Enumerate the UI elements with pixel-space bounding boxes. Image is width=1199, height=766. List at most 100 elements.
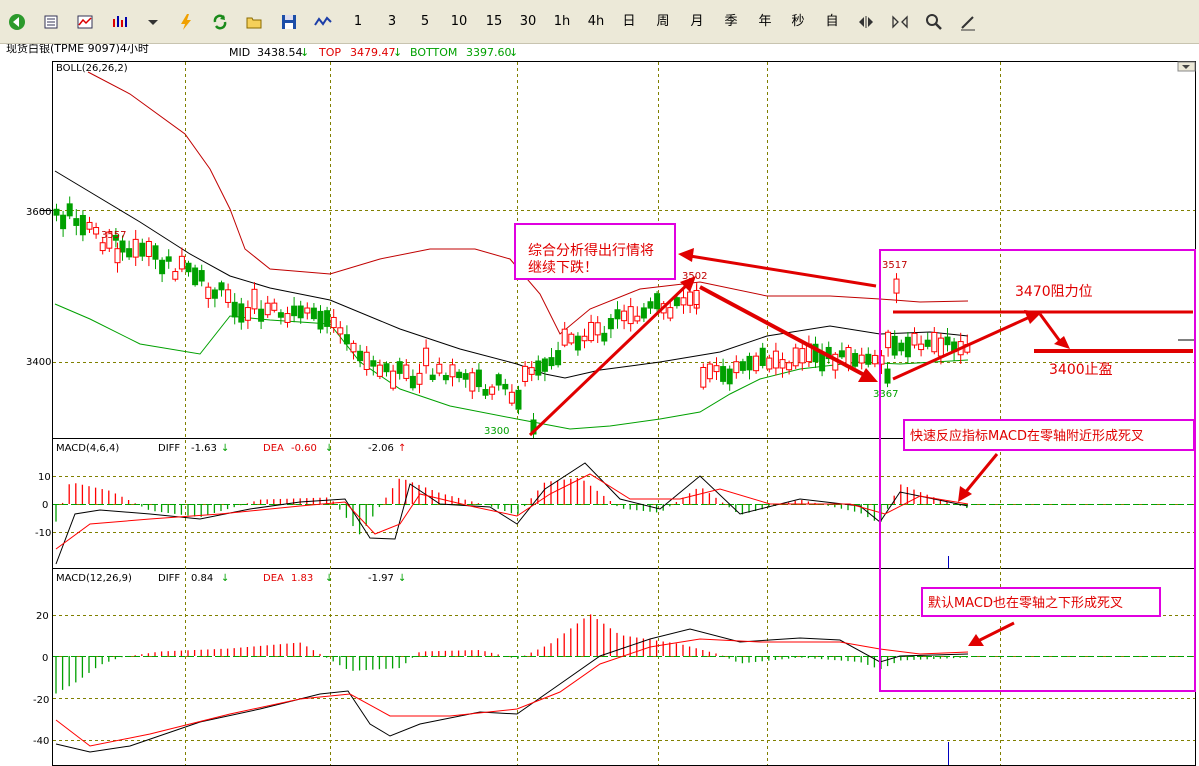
macd1-macd-arrow: ↑ <box>398 443 406 454</box>
candle-body <box>548 357 555 367</box>
period-button-3[interactable]: 10 <box>447 11 471 33</box>
candle-body <box>654 293 661 310</box>
resistance-label: 3470阻力位 <box>1015 284 1093 300</box>
price-label-3557: 3557 <box>101 230 126 241</box>
macd2-dea-arrow: ↓ <box>325 573 333 584</box>
candle-body <box>370 360 377 367</box>
candle-body <box>238 303 245 323</box>
candle-body <box>337 327 344 335</box>
candle-body <box>409 375 416 389</box>
indicator-icon[interactable] <box>108 11 130 33</box>
candle-body <box>482 389 489 396</box>
candle-body <box>779 359 786 369</box>
expand-icon[interactable] <box>889 11 911 33</box>
candle-body <box>159 259 166 275</box>
period-button-10[interactable]: 月 <box>685 11 709 33</box>
draw-pen-icon[interactable] <box>957 11 979 33</box>
zoom-icon[interactable] <box>923 11 945 33</box>
candle-body <box>396 361 403 374</box>
back-icon[interactable] <box>6 11 28 33</box>
macd1-diff-line <box>55 462 969 565</box>
candle-body <box>772 350 779 369</box>
candle-body <box>918 343 925 351</box>
candle-body <box>442 375 449 381</box>
candle-body <box>502 383 509 390</box>
candle-body <box>343 334 350 345</box>
candle-body <box>304 307 311 314</box>
candle-body <box>766 357 773 370</box>
boll-upper-line <box>87 71 969 335</box>
candle-body-extreme <box>114 248 121 264</box>
refresh-icon[interactable] <box>209 11 231 33</box>
candle-body <box>720 366 727 382</box>
kline-list-icon[interactable] <box>40 11 62 33</box>
candle-body <box>568 333 575 344</box>
period-button-14[interactable]: 自 <box>820 11 844 33</box>
candle-body <box>607 317 614 330</box>
macd2-tick-20: 20 <box>36 611 49 622</box>
period-button-7[interactable]: 4h <box>584 11 608 33</box>
candle-body <box>73 218 80 226</box>
macd2-macd-value: -1.97 <box>368 573 394 584</box>
period-button-8[interactable]: 日 <box>617 11 641 33</box>
candle-body <box>310 307 317 320</box>
period-button-12[interactable]: 年 <box>753 11 777 33</box>
candle-body <box>93 227 100 235</box>
macd1-dea-label: DEA <box>263 443 284 454</box>
candle-body <box>436 363 443 374</box>
macd1-label: MACD(4,6,4) <box>56 443 119 454</box>
macd2-tick-0: 0 <box>42 653 48 664</box>
lightning-icon[interactable] <box>175 11 197 33</box>
bottom-arrow: ↓ <box>509 46 518 59</box>
bottom-label: BOTTOM <box>410 46 457 59</box>
period-button-4[interactable]: 15 <box>482 11 506 33</box>
period-button-6[interactable]: 1h <box>550 11 574 33</box>
candle-body <box>225 289 232 303</box>
line-chart-icon[interactable] <box>74 11 96 33</box>
mid-value: 3438.54 <box>257 46 303 59</box>
candle-body <box>291 305 298 317</box>
macd1-dea-arrow: ↓ <box>325 443 333 454</box>
chart-canvas[interactable]: 现货白银(TPME 9097)4小时 MID 3438.54 ↓ TOP 347… <box>0 44 1199 766</box>
boll-bands <box>54 71 969 430</box>
period-button-9[interactable]: 周 <box>651 11 675 33</box>
candle-body <box>198 270 205 282</box>
candle-body <box>858 354 865 364</box>
shrink-icon[interactable] <box>855 11 877 33</box>
candle-body <box>687 291 694 306</box>
candle-body <box>178 255 185 270</box>
candle-body <box>786 362 793 371</box>
candle-body <box>277 312 284 318</box>
candle-body <box>838 350 845 358</box>
candle-body <box>614 309 621 320</box>
candle-body <box>640 307 647 319</box>
candle-body <box>700 367 707 388</box>
candle-body <box>139 242 146 257</box>
tp-connector-line <box>1038 313 1064 345</box>
period-button-13[interactable]: 秒 <box>786 11 810 33</box>
period-button-5[interactable]: 30 <box>516 11 540 33</box>
candle-body <box>211 289 218 299</box>
period-button-1[interactable]: 3 <box>380 11 404 33</box>
period-button-2[interactable]: 5 <box>413 11 437 33</box>
chart-frame <box>52 61 1196 766</box>
candle-body <box>528 367 535 375</box>
candle-body <box>218 282 225 291</box>
save-icon[interactable] <box>278 11 300 33</box>
candle-body <box>680 297 687 306</box>
wave-icon[interactable] <box>312 11 334 33</box>
price-label-3517: 3517 <box>882 260 907 271</box>
candle-body <box>871 354 878 365</box>
period-button-0[interactable]: 1 <box>346 11 370 33</box>
open-folder-icon[interactable] <box>244 11 266 33</box>
macd-default-arrow-line <box>977 621 1015 643</box>
candle-body <box>60 214 67 230</box>
candle-body <box>561 328 568 346</box>
macd-fast-arrow-line <box>962 453 999 495</box>
macd1-diff-arrow: ↓ <box>221 443 229 454</box>
period-button-11[interactable]: 季 <box>719 11 743 33</box>
candle-body <box>924 339 931 347</box>
dropdown-icon[interactable] <box>142 11 164 33</box>
macd2-tick-neg40: -40 <box>33 736 49 747</box>
macd1-dea-value: -0.60 <box>291 443 317 454</box>
